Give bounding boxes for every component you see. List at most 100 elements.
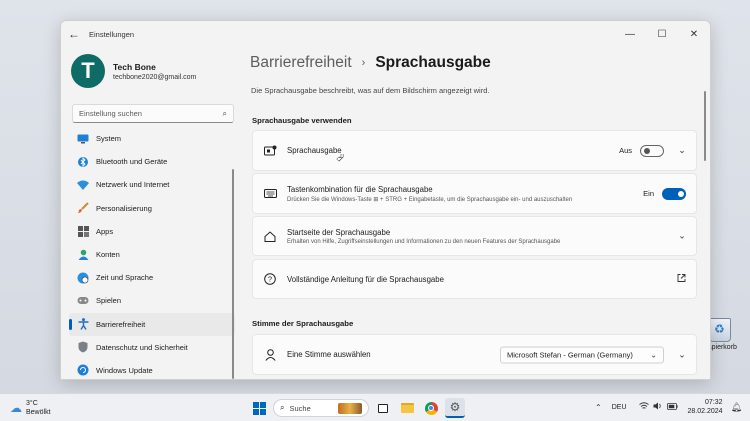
sidebar-item-system[interactable]: System xyxy=(69,127,235,150)
accessibility-icon xyxy=(77,318,89,330)
search-input[interactable] xyxy=(79,109,219,118)
settings-taskbar-button[interactable]: ⚙ xyxy=(445,398,465,418)
sidebar-item-time-language[interactable]: Zeit und Sprache xyxy=(69,266,235,289)
voice-dropdown-value: Microsoft Stefan - German (Germany) xyxy=(507,350,633,359)
chevron-down-icon[interactable]: ⌄ xyxy=(678,231,686,242)
chrome-button[interactable] xyxy=(421,398,441,418)
chevron-down-icon: ⌄ xyxy=(650,350,657,359)
shortcut-toggle-switch[interactable] xyxy=(662,187,686,200)
sidebar-item-windows-update[interactable]: Windows Update xyxy=(69,359,235,379)
brush-icon xyxy=(77,202,89,214)
home-icon xyxy=(263,230,277,242)
sidebar-item-apps[interactable]: Apps xyxy=(69,220,235,243)
settings-window: ← Einstellungen — ☐ ✕ T Tech Bone techbo… xyxy=(60,20,711,380)
sidebar-item-label: Netzwerk und Internet xyxy=(96,180,170,190)
sidebar-item-personalization[interactable]: Personalisierung xyxy=(69,197,235,220)
sidebar-item-label: Apps xyxy=(96,226,114,236)
sidebar-item-label: Windows Update xyxy=(96,365,153,375)
battery-icon[interactable] xyxy=(666,402,678,412)
sidebar-item-label: Bluetooth und Geräte xyxy=(96,157,168,167)
monitor-icon xyxy=(77,133,89,145)
toggle-state-label: Ein xyxy=(643,189,654,198)
sidebar-scrollbar[interactable] xyxy=(232,169,234,379)
sidebar-item-label: Barrierefreiheit xyxy=(96,319,146,329)
card-controls: Aus ⌄ xyxy=(619,144,686,157)
voice-dropdown[interactable]: Microsoft Stefan - German (Germany) ⌄ xyxy=(500,346,664,363)
sidebar-nav: System Bluetooth und Geräte Netzwerk und… xyxy=(69,127,235,379)
card-controls: Microsoft Stefan - German (Germany) ⌄ ⌄ xyxy=(500,346,686,363)
sidebar-item-accessibility[interactable]: Barrierefreiheit xyxy=(69,312,235,336)
sidebar-item-label: Zeit und Sprache xyxy=(96,273,154,283)
shortcut-toggle-card[interactable]: Tastenkombination für die Sprachausgabe … xyxy=(252,173,697,214)
chevron-down-icon[interactable]: ⌄ xyxy=(678,349,686,360)
card-title: Tastenkombination für die Sprachausgabe xyxy=(287,184,433,194)
avatar: T xyxy=(71,54,105,88)
task-view-button[interactable] xyxy=(373,398,393,418)
wifi-icon[interactable] xyxy=(638,402,649,412)
taskbar-apps: ⌕ Suche ⚙ xyxy=(249,398,469,418)
globe-clock-icon xyxy=(77,272,89,284)
clock[interactable]: 07:32 28.02.2024 xyxy=(688,398,723,416)
section-heading-voice: Stimme der Sprachausgabe xyxy=(252,319,354,328)
folder-icon xyxy=(400,403,414,413)
sidebar-item-accounts[interactable]: Konten xyxy=(69,243,235,266)
chevron-up-icon[interactable]: ⌃ xyxy=(595,403,602,412)
breadcrumb-parent[interactable]: Barrierefreiheit xyxy=(250,54,352,72)
weather-temp: 3°C xyxy=(26,400,38,407)
minimize-button[interactable]: — xyxy=(614,21,646,47)
back-button[interactable]: ← xyxy=(61,21,87,47)
sidebar-item-label: Datenschutz und Sicherheit xyxy=(96,342,188,352)
voice-select-card[interactable]: Eine Stimme auswählen Microsoft Stefan -… xyxy=(252,334,697,375)
user-profile[interactable]: T Tech Bone techbone2020@gmail.com xyxy=(71,54,196,88)
search-highlight-image xyxy=(338,402,362,414)
system-tray: ⌃ DEU 07:32 28.02.2024 🔔︎ xyxy=(595,398,742,416)
sidebar-item-label: System xyxy=(96,134,122,144)
card-text: Eine Stimme auswählen xyxy=(287,350,371,359)
update-icon xyxy=(77,364,89,376)
card-text: Startseite der Sprachausgabe Erhalten vo… xyxy=(287,228,560,245)
gamepad-icon xyxy=(77,295,89,307)
close-button[interactable]: ✕ xyxy=(678,21,710,47)
taskbar-search[interactable]: ⌕ Suche xyxy=(273,399,369,417)
chevron-down-icon[interactable]: ⌄ xyxy=(678,145,686,156)
toggle-state-label: Aus xyxy=(619,146,632,155)
file-explorer-button[interactable] xyxy=(397,398,417,418)
sidebar-item-network[interactable]: Netzwerk und Internet xyxy=(69,173,235,196)
profile-name: Tech Bone xyxy=(113,61,156,72)
page-description: Die Sprachausgabe beschreibt, was auf de… xyxy=(251,86,490,95)
task-view-icon xyxy=(378,403,388,413)
sidebar-item-bluetooth[interactable]: Bluetooth und Geräte xyxy=(69,150,235,173)
volume-icon[interactable] xyxy=(653,402,663,412)
narrator-home-card[interactable]: Startseite der Sprachausgabe Erhalten vo… xyxy=(252,216,697,256)
settings-search-box[interactable]: ⌕ xyxy=(72,104,234,123)
window-controls: — ☐ ✕ xyxy=(614,21,710,47)
breadcrumb: Barrierefreiheit › Sprachausgabe xyxy=(250,54,491,72)
weather-widget[interactable]: ☁ 3°C Bewölkt xyxy=(10,399,51,417)
maximize-button[interactable]: ☐ xyxy=(646,21,678,47)
sidebar-item-gaming[interactable]: Spielen xyxy=(69,289,235,312)
wifi-icon xyxy=(77,179,89,191)
account-icon xyxy=(77,249,89,261)
profile-email: techbone2020@gmail.com xyxy=(113,73,197,81)
main-scrollbar[interactable] xyxy=(704,91,706,161)
person-icon xyxy=(263,348,277,361)
narrator-toggle-card[interactable]: Sprachausgabe Aus ⌄ xyxy=(252,130,697,171)
card-title: Sprachausgabe xyxy=(287,146,342,155)
chevron-right-icon: › xyxy=(361,57,366,69)
mouse-cursor-icon: ⮰ xyxy=(336,153,344,164)
app-title: Einstellungen xyxy=(89,29,135,39)
sidebar-item-privacy[interactable]: Datenschutz und Sicherheit xyxy=(69,336,235,359)
bluetooth-icon xyxy=(77,156,89,168)
start-button[interactable] xyxy=(249,398,269,418)
narrator-toggle-switch[interactable] xyxy=(640,144,664,157)
narrator-guide-card[interactable]: ? Vollständige Anleitung für die Spracha… xyxy=(252,259,697,299)
taskbar-search-label: Suche xyxy=(289,403,311,413)
taskbar: ☁ 3°C Bewölkt ⌕ Suche ⚙ ⌃ DEU 07:32 28.0… xyxy=(0,393,750,421)
gear-icon: ⚙ xyxy=(449,400,461,414)
search-icon: ⌕ xyxy=(280,403,285,412)
language-indicator[interactable]: DEU xyxy=(612,404,627,411)
shield-icon xyxy=(77,341,89,353)
notification-bell-icon[interactable]: 🔔︎ xyxy=(731,402,742,413)
external-link-icon[interactable] xyxy=(677,274,686,285)
search-icon: ⌕ xyxy=(222,108,227,118)
